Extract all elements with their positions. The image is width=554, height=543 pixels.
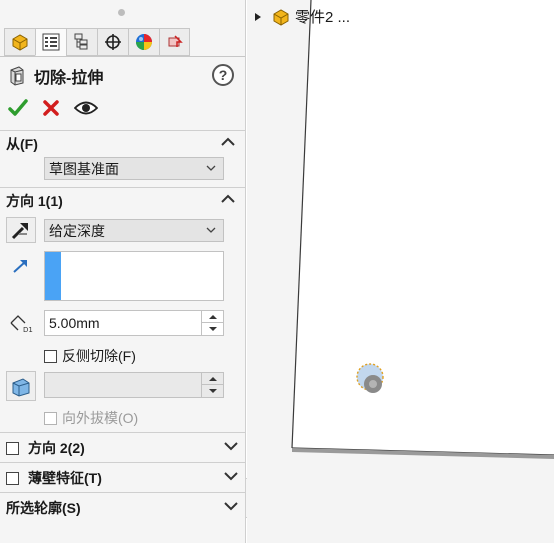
selected-contours-label: 所选轮廓(S) <box>6 500 81 516</box>
chevron-down-icon[interactable] <box>223 470 239 482</box>
from-section-label: 从(F) <box>6 136 38 152</box>
end-condition-value: 给定深度 <box>49 222 105 239</box>
configuration-icon <box>74 33 88 50</box>
ok-checkmark-icon[interactable] <box>8 98 28 118</box>
from-dropdown[interactable]: 草图基准面 <box>44 157 224 180</box>
dimxpert-tab[interactable] <box>97 28 128 56</box>
reverse-direction-button[interactable] <box>6 217 36 243</box>
origin-triad-icon[interactable] <box>355 362 387 396</box>
feature-manager-tab[interactable] <box>4 28 35 56</box>
section-divider <box>0 187 245 188</box>
section-divider <box>0 130 245 131</box>
draft-icon <box>12 378 30 397</box>
feature-title: 切除-拉伸 <box>34 70 104 87</box>
reverse-direction-icon <box>11 223 28 240</box>
help-icon: ? <box>218 67 228 83</box>
tabs-divider <box>0 56 245 57</box>
thin-feature-label: 薄壁特征(T) <box>28 470 102 486</box>
configuration-manager-tab[interactable] <box>66 28 97 56</box>
from-value: 草图基准面 <box>49 160 119 177</box>
chevron-up-icon[interactable] <box>220 193 236 205</box>
flip-side-cut-checkbox[interactable]: 反侧切除(F) <box>44 346 136 366</box>
cam-tab[interactable] <box>159 28 190 56</box>
tree-root-label[interactable]: 零件2 ... <box>295 6 350 27</box>
direction-arrow-icon <box>13 260 27 273</box>
checkbox-box[interactable] <box>44 411 57 425</box>
appearance-sphere-icon <box>136 34 152 50</box>
cancel-x-icon[interactable] <box>42 99 60 117</box>
draft-toggle-button[interactable] <box>6 371 36 401</box>
direction-selection-box[interactable] <box>44 251 224 301</box>
spin-up-icon[interactable] <box>202 373 223 385</box>
cam-icon <box>168 35 183 47</box>
feature-tree-flyout: 零件2 ... <box>255 6 350 27</box>
flip-side-cut-label: 反侧切除(F) <box>62 348 136 364</box>
crosshair-icon <box>105 34 121 50</box>
extrude-cut-icon <box>10 66 24 86</box>
direction2-section[interactable]: 方向 2(2) <box>0 432 245 460</box>
chevron-down-icon <box>206 227 216 233</box>
spin-down-icon[interactable] <box>202 385 223 397</box>
chevron-up-icon[interactable] <box>220 136 236 148</box>
selected-contours-section[interactable]: 所选轮廓(S) <box>0 492 245 520</box>
action-buttons <box>8 97 98 119</box>
draft-outward-label: 向外拔模(O) <box>62 410 139 426</box>
draft-angle-spinner[interactable] <box>201 373 223 397</box>
direction2-label: 方向 2(2) <box>28 440 85 456</box>
depth-value: 5.00mm <box>49 315 100 331</box>
display-manager-tab[interactable] <box>128 28 159 56</box>
graphics-viewport[interactable]: 零件2 ... <box>247 0 554 543</box>
draft-outward-checkbox[interactable]: 向外拔模(O) <box>44 408 138 428</box>
thin-feature-section[interactable]: 薄壁特征(T) <box>0 462 245 490</box>
end-condition-dropdown[interactable]: 给定深度 <box>44 219 224 242</box>
depth-dimension-icon: D1 <box>10 315 33 333</box>
part-icon <box>12 34 28 51</box>
panel-grip[interactable] <box>118 9 125 16</box>
draft-angle-input[interactable] <box>44 372 224 398</box>
spin-down-icon[interactable] <box>202 323 223 335</box>
chevron-down-icon[interactable] <box>223 440 239 452</box>
help-button[interactable]: ? <box>212 64 234 86</box>
preview-eye-icon[interactable] <box>74 99 98 117</box>
thin-feature-checkbox[interactable] <box>6 471 19 485</box>
property-list-icon <box>42 33 60 51</box>
model-geometry[interactable] <box>247 0 554 543</box>
depth-spinner[interactable] <box>201 311 223 335</box>
direction1-section-header[interactable]: 方向 1(1) <box>6 190 240 212</box>
depth-input[interactable]: 5.00mm <box>44 310 224 336</box>
chevron-down-icon[interactable] <box>223 500 239 512</box>
active-selection-indicator <box>45 252 61 300</box>
svg-text:D1: D1 <box>23 326 33 333</box>
checkbox-box[interactable] <box>44 349 57 363</box>
from-section-header[interactable]: 从(F) <box>6 133 240 155</box>
tree-expand-icon[interactable] <box>255 12 261 21</box>
direction2-checkbox[interactable] <box>6 441 19 455</box>
manager-tabs <box>4 28 190 56</box>
chevron-down-icon <box>206 165 216 171</box>
direction1-section-label: 方向 1(1) <box>6 193 63 209</box>
property-manager-panel: 切除-拉伸 ? 从(F) 草图基准面 方向 1(1) 给定深度 D1 5.00m… <box>0 0 246 543</box>
part-icon <box>273 8 289 26</box>
feature-titlebar: 切除-拉伸 ? <box>8 64 238 88</box>
property-manager-tab[interactable] <box>35 28 66 56</box>
spin-up-icon[interactable] <box>202 311 223 323</box>
